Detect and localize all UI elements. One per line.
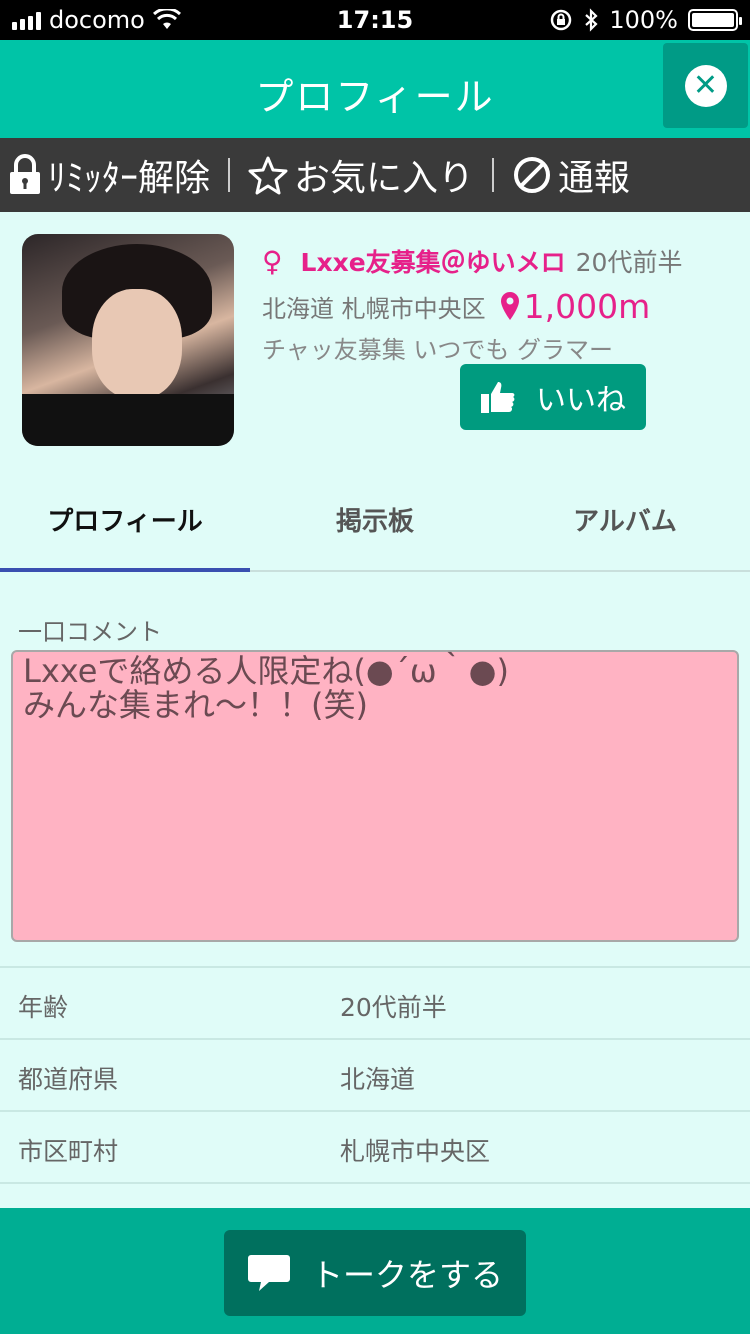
- comment-box: Lxxeで絡める人限定ね(●´ω｀●) みんな集まれ〜！！(笑): [11, 650, 739, 942]
- tab-profile[interactable]: プロフィール: [0, 474, 250, 572]
- limiter-release-button[interactable]: ﾘﾐｯﾀｰ解除: [8, 149, 210, 201]
- profile-info: ♀ Lxxe友募集＠ゆいメロ 20代前半 北海道 札幌市中央区 1,000m チ…: [262, 244, 732, 365]
- female-icon: ♀: [262, 244, 283, 278]
- avatar[interactable]: [22, 234, 234, 446]
- detail-row-city: 市区町村 札幌市中央区: [0, 1110, 750, 1182]
- status-right: 100%: [549, 6, 742, 34]
- page-title: プロフィール: [255, 75, 495, 119]
- tab-bar: プロフィール 掲示板 アルバム: [0, 474, 750, 572]
- lock-icon: [10, 154, 40, 194]
- divider: [228, 158, 231, 192]
- battery-percent: 100%: [609, 6, 678, 34]
- tab-bulletin-board[interactable]: 掲示板: [250, 474, 500, 570]
- battery-icon: [688, 9, 742, 31]
- favorite-button[interactable]: お気に入り: [248, 149, 474, 201]
- comment-line: みんな集まれ〜！！(笑): [23, 686, 368, 724]
- detail-row-divider: [0, 1182, 750, 1208]
- favorite-label: お気に入り: [294, 158, 475, 199]
- profile-location: 北海道 札幌市中央区: [262, 294, 486, 323]
- profile-distance: 1,000m: [523, 286, 651, 326]
- profile-tags: チャッ友募集 いつでも グラマー: [262, 336, 614, 364]
- report-label: 通報: [558, 158, 631, 199]
- profile-age: 20代前半: [575, 248, 683, 277]
- close-icon: ✕: [684, 64, 727, 107]
- footer-bar: トークをする: [0, 1208, 750, 1334]
- bluetooth-icon: [585, 8, 598, 32]
- speech-bubble-icon: [247, 1255, 290, 1291]
- detail-key: 市区町村: [18, 1137, 119, 1166]
- prohibited-icon: [514, 157, 551, 193]
- profile-location-row: 北海道 札幌市中央区 1,000m: [262, 286, 732, 326]
- action-bar: ﾘﾐｯﾀｰ解除 お気に入り 通報: [0, 138, 750, 212]
- detail-row-age: 年齢 20代前半: [0, 966, 750, 1038]
- location-pin-icon: [500, 292, 519, 320]
- profile-name: Lxxe友募集＠ゆいメロ: [300, 248, 566, 277]
- close-button[interactable]: ✕: [663, 43, 748, 128]
- rotation-lock-icon: [551, 9, 572, 31]
- like-label: いいね: [536, 383, 626, 418]
- detail-value: 北海道: [340, 1065, 416, 1094]
- detail-key: 都道府県: [18, 1065, 119, 1094]
- comment-line: Lxxeで絡める人限定ね(●´ω｀●): [23, 652, 510, 690]
- talk-label: トークをする: [310, 1256, 503, 1294]
- comment-label: 一口コメント: [18, 618, 162, 646]
- profile-name-row: ♀ Lxxe友募集＠ゆいメロ 20代前半: [262, 244, 732, 278]
- talk-button[interactable]: トークをする: [224, 1230, 526, 1316]
- detail-row-prefecture: 都道府県 北海道: [0, 1038, 750, 1110]
- star-icon: [248, 156, 288, 195]
- limiter-release-label: ﾘﾐｯﾀｰ解除: [48, 158, 211, 199]
- tab-album[interactable]: アルバム: [500, 474, 750, 570]
- divider: [492, 158, 495, 192]
- detail-value: 20代前半: [340, 993, 447, 1022]
- detail-value: 札幌市中央区: [340, 1137, 491, 1166]
- thumbs-up-icon: [481, 382, 515, 413]
- like-button[interactable]: いいね: [460, 364, 646, 430]
- status-bar: docomo 17:15 100%: [0, 0, 750, 40]
- app-header: プロフィール ✕: [0, 40, 750, 138]
- detail-key: 年齢: [18, 993, 69, 1022]
- report-button[interactable]: 通報: [512, 149, 630, 201]
